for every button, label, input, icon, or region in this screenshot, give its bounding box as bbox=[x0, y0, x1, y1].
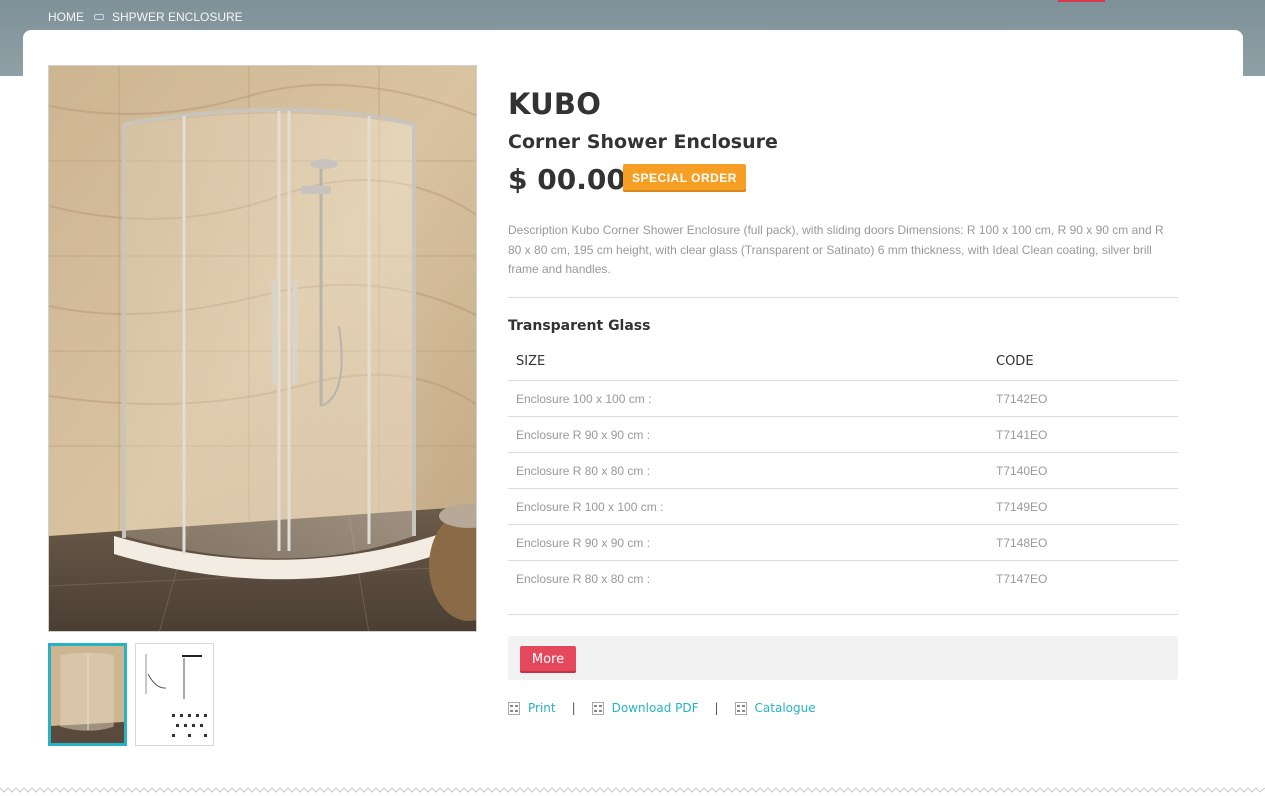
size-cell: Enclosure R 90 x 90 cm : bbox=[508, 416, 996, 453]
code-cell: T7147EO bbox=[996, 571, 1048, 586]
table-row: Enclosure R 90 x 90 cm : T7148EO bbox=[508, 524, 1178, 561]
thumbnail-drawing[interactable] bbox=[135, 643, 214, 746]
product-description: Description Kubo Corner Shower Enclosure… bbox=[508, 223, 1164, 276]
product-price: $ 00.00 bbox=[508, 163, 626, 196]
breadcrumb: HOME SHPWER ENCLOSURE bbox=[48, 10, 243, 24]
breadcrumb-home[interactable]: HOME bbox=[48, 10, 84, 24]
divider bbox=[508, 614, 1178, 615]
print-icon bbox=[508, 701, 520, 715]
bottom-zigzag-border bbox=[0, 784, 1265, 796]
variants-table: SIZE CODE Enclosure 100 x 100 cm : T7142… bbox=[508, 343, 1178, 596]
table-row: Enclosure R 100 x 100 cm : T7149EO bbox=[508, 488, 1178, 525]
table-row: Enclosure R 90 x 90 cm : T7141EO bbox=[508, 416, 1178, 453]
more-bar: More bbox=[508, 636, 1178, 680]
print-link[interactable]: Print bbox=[508, 701, 556, 715]
size-cell: Enclosure 100 x 100 cm : bbox=[508, 380, 996, 417]
code-cell: T7148EO bbox=[996, 524, 1178, 561]
column-header-size: SIZE bbox=[508, 343, 996, 381]
variants-heading: Transparent Glass bbox=[508, 318, 651, 334]
size-cell: Enclosure R 90 x 90 cm : bbox=[508, 524, 996, 561]
catalogue-label: Catalogue bbox=[754, 701, 816, 715]
breadcrumb-current: SHPWER ENCLOSURE bbox=[112, 10, 243, 24]
size-cell: Enclosure R 80 x 80 cm : bbox=[516, 571, 651, 586]
thumbnail-enclosure-icon bbox=[51, 646, 124, 743]
link-separator: | bbox=[714, 701, 719, 715]
download-pdf-label: Download PDF bbox=[611, 701, 699, 715]
column-header-code: CODE bbox=[996, 343, 1178, 381]
code-cell: T7149EO bbox=[996, 488, 1178, 525]
product-main-image bbox=[48, 65, 477, 632]
shower-enclosure-photo bbox=[49, 66, 476, 631]
product-title: KUBO bbox=[508, 87, 602, 121]
more-button[interactable]: More bbox=[520, 646, 576, 673]
product-subtitle: Corner Shower Enclosure bbox=[508, 131, 778, 153]
technical-drawing-icon bbox=[136, 644, 213, 745]
table-header-row: SIZE CODE bbox=[508, 343, 1178, 381]
divider bbox=[508, 297, 1178, 298]
action-links: Print | Download PDF | Catalogue bbox=[508, 701, 816, 715]
code-cell: T7140EO bbox=[996, 452, 1178, 489]
table-row: Enclosure R 80 x 80 cm : T7147EO bbox=[508, 561, 1178, 597]
download-pdf-link[interactable]: Download PDF bbox=[591, 701, 699, 715]
breadcrumb-separator-icon bbox=[94, 14, 104, 20]
size-cell: Enclosure R 80 x 80 cm : bbox=[508, 452, 996, 489]
print-label: Print bbox=[528, 701, 556, 715]
thumbnail-photo-active[interactable] bbox=[48, 643, 127, 746]
table-row: Enclosure 100 x 100 cm : T7142EO bbox=[508, 380, 1178, 417]
catalogue-link[interactable]: Catalogue bbox=[734, 701, 816, 715]
size-cell: Enclosure R 100 x 100 cm : bbox=[508, 488, 996, 525]
code-cell: T7142EO bbox=[996, 380, 1178, 417]
table-row: Enclosure R 80 x 80 cm : T7140EO bbox=[508, 452, 1178, 489]
catalogue-icon bbox=[734, 701, 747, 715]
code-cell: T7141EO bbox=[996, 416, 1178, 453]
special-order-badge: SPECIAL ORDER bbox=[623, 164, 746, 192]
link-separator: | bbox=[571, 701, 576, 715]
pdf-icon bbox=[591, 701, 604, 715]
nav-active-indicator bbox=[1058, 0, 1105, 2]
